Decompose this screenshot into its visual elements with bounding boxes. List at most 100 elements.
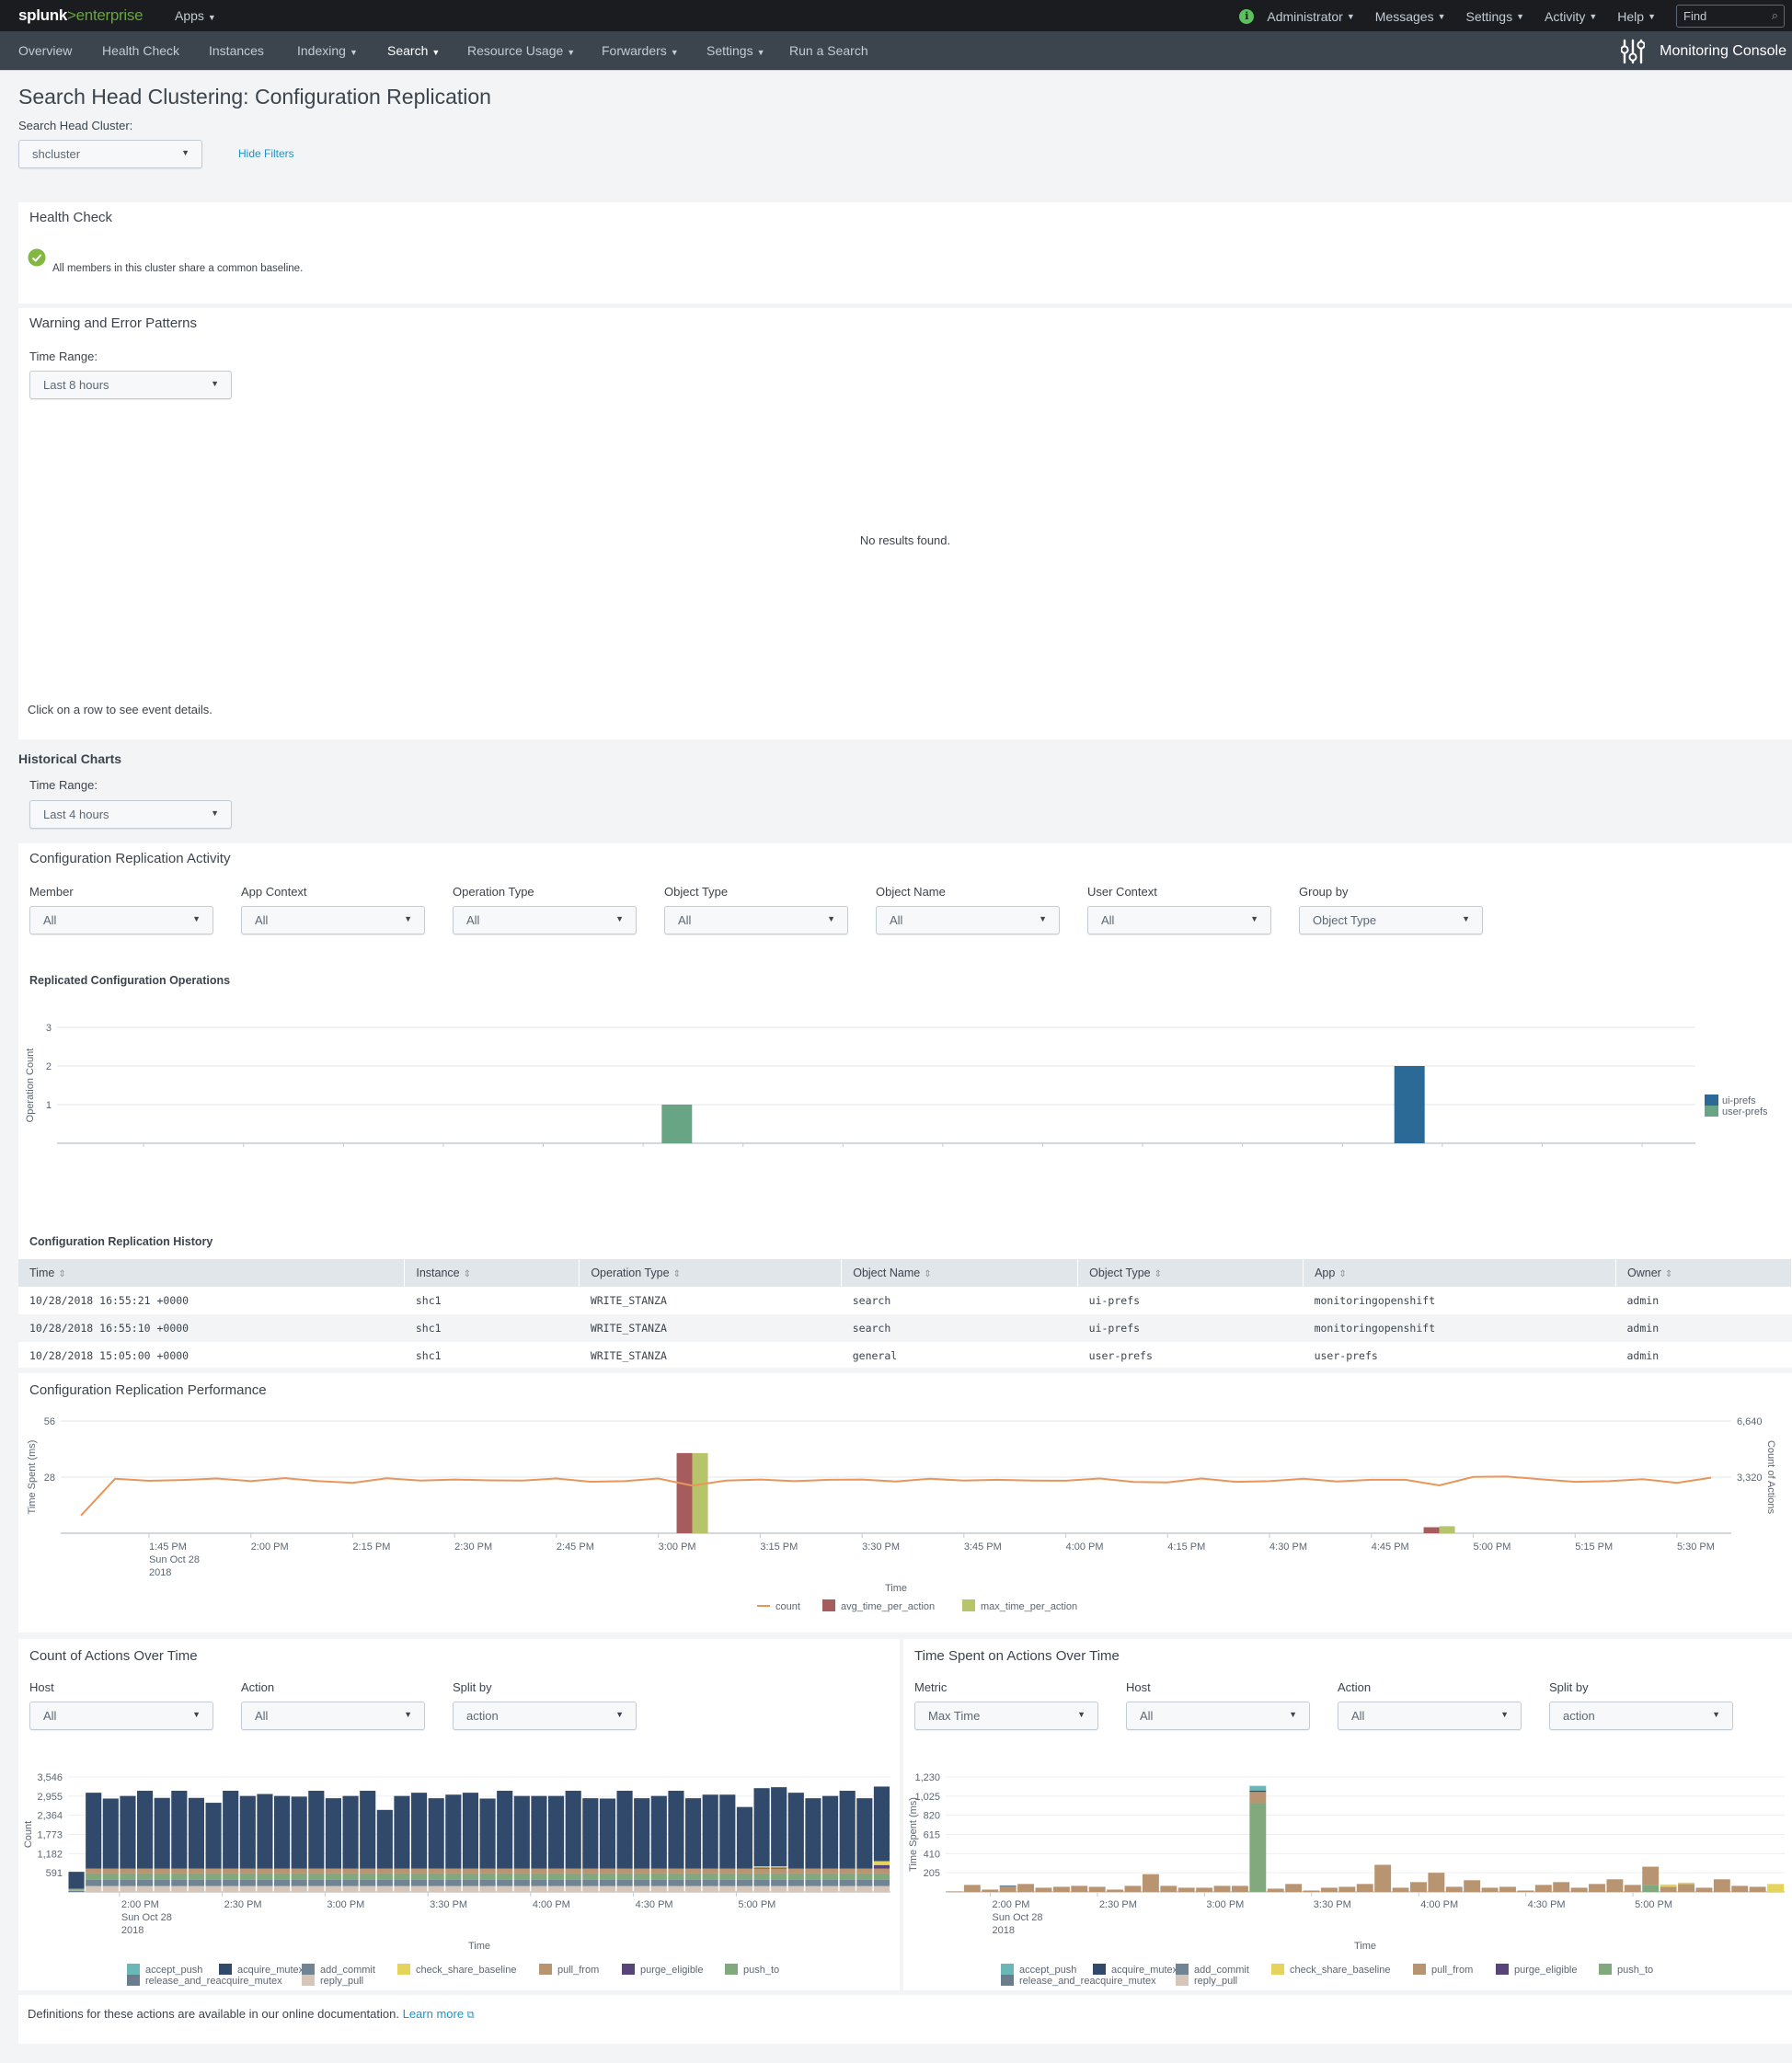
time-range-dropdown[interactable]: Last 8 hours ▼ — [29, 371, 232, 399]
caret-down-icon: ▼ — [1250, 914, 1258, 923]
object-name-dropdown[interactable]: All ▼ — [876, 906, 1060, 934]
table-row[interactable]: 10/28/2018 16:55:10 +0000 shc1 WRITE_STANZ… — [18, 1314, 1792, 1342]
find-input[interactable]: Find ⌕ — [1676, 5, 1785, 28]
host-dropdown[interactable]: All ▼ — [1126, 1702, 1310, 1730]
splunk-logo[interactable]: splunk>enterprise — [18, 6, 144, 25]
activity-filter-label: Member — [29, 885, 74, 899]
menu-label: Settings — [1465, 8, 1513, 24]
operation-type-dropdown[interactable]: All ▼ — [453, 906, 637, 934]
help-menu[interactable]: Help ▼ — [1617, 9, 1656, 24]
member-dropdown[interactable]: All ▼ — [29, 906, 213, 934]
nav-indexing[interactable]: Indexing ▼ — [297, 43, 358, 58]
activity-filter-label: User Context — [1087, 885, 1157, 899]
caret-down-icon: ▼ — [670, 48, 679, 57]
apps-menu[interactable]: Apps ▼ — [175, 8, 216, 23]
column-header-instance[interactable]: Instance ⇕ — [404, 1259, 580, 1287]
bar-segment-acquire_mutex — [822, 1795, 839, 1869]
bar-segment-acquire_mutex — [428, 1798, 444, 1869]
count-point — [658, 1477, 660, 1479]
bar-segment-check_share_baseline — [873, 1861, 890, 1865]
bar-segment-pull_from — [856, 1868, 873, 1874]
table-cell: general — [852, 1349, 898, 1362]
info-icon[interactable]: i — [1239, 8, 1255, 24]
table-row[interactable]: 10/28/2018 16:55:21 +0000 shc1 WRITE_STANZ… — [18, 1287, 1792, 1314]
top-bar: splunk>enterprise Apps ▼ i Administrator ▼… — [0, 0, 1792, 31]
legend-swatch — [1271, 1964, 1284, 1975]
bar-segment-push_to — [548, 1873, 565, 1880]
count-point — [1235, 1481, 1236, 1483]
split-by-dropdown[interactable]: action ▼ — [1549, 1702, 1733, 1730]
bar-segment-push_to — [531, 1873, 547, 1880]
nav-overview[interactable]: Overview — [18, 43, 72, 58]
historical-time-range-dropdown[interactable]: Last 4 hours ▼ — [29, 800, 232, 829]
bar-segment-pull_from — [308, 1868, 325, 1874]
bar-segment-push_to — [1249, 1803, 1267, 1892]
column-header-app[interactable]: App ⇕ — [1303, 1259, 1616, 1287]
bar-segment-acquire_mutex — [325, 1798, 341, 1869]
legend-swatch — [1001, 1975, 1014, 1986]
user-context-dropdown[interactable]: All ▼ — [1087, 906, 1271, 934]
bar-segment-pull_from — [497, 1868, 513, 1874]
monitoring-console-app[interactable]: Monitoring Console — [1621, 39, 1786, 64]
column-header-object-type[interactable]: Object Type ⇕ — [1077, 1259, 1304, 1287]
settings-menu[interactable]: Settings ▼ — [1466, 9, 1525, 24]
bar-segment-pull_from — [1320, 1887, 1338, 1892]
count-point — [80, 1515, 82, 1517]
legend-label: accept_push — [1019, 1965, 1076, 1976]
legend-swatch — [397, 1964, 410, 1975]
action-dropdown[interactable]: All ▼ — [1338, 1702, 1522, 1730]
legend-swatch — [219, 1964, 232, 1975]
column-header-operation-type[interactable]: Operation Type ⇕ — [579, 1259, 843, 1287]
group-by-dropdown[interactable]: Object Type ▼ — [1299, 906, 1483, 934]
nav-resource-usage[interactable]: Resource Usage ▼ — [467, 43, 575, 58]
count-point — [725, 1480, 727, 1482]
object-type-dropdown[interactable]: All ▼ — [664, 906, 848, 934]
administrator-menu[interactable]: Administrator ▼ — [1267, 9, 1354, 24]
bar-segment-push_to — [839, 1873, 856, 1880]
nav-health-check[interactable]: Health Check — [102, 43, 179, 58]
column-header-time[interactable]: Time ⇕ — [18, 1259, 406, 1287]
column-header-object-name[interactable]: Object Name ⇕ — [841, 1259, 1079, 1287]
action-dropdown[interactable]: All ▼ — [241, 1702, 425, 1730]
nav-settings[interactable]: Settings ▼ — [706, 43, 765, 58]
bar-segment-acquire_mutex — [223, 1791, 239, 1869]
metric-dropdown[interactable]: Max Time ▼ — [914, 1702, 1098, 1730]
bar-segment-acquire_mutex — [239, 1795, 256, 1869]
caret-down-icon: ▼ — [1077, 1710, 1086, 1719]
learn-more-link[interactable]: Learn more ⧉ — [403, 2007, 475, 2021]
count-point — [1269, 1480, 1270, 1482]
app-context-dropdown[interactable]: All ▼ — [241, 906, 425, 934]
bar-segment-add_commit — [394, 1879, 410, 1886]
table-cell: WRITE_STANZA — [579, 1314, 842, 1342]
host-dropdown[interactable]: All ▼ — [29, 1702, 213, 1730]
table-row[interactable]: 10/28/2018 15:05:00 +0000 shc1 WRITE_STANZ… — [18, 1342, 1792, 1370]
nav-forwarders[interactable]: Forwarders ▼ — [602, 43, 679, 58]
legend-label: count — [775, 1601, 800, 1612]
count-point — [351, 1482, 353, 1484]
bar-segment-pull_from — [668, 1868, 684, 1874]
split-by-dropdown[interactable]: action ▼ — [453, 1702, 637, 1730]
dropdown-value: Last 8 hours — [43, 378, 109, 392]
nav-search[interactable]: Search ▼ — [387, 43, 440, 58]
activity-menu[interactable]: Activity ▼ — [1545, 9, 1597, 24]
bar-segment-reply_pull — [171, 1885, 188, 1892]
hide-filters-link[interactable]: Hide Filters — [238, 147, 294, 160]
bar-segment-push_to — [274, 1873, 291, 1880]
messages-menu[interactable]: Messages ▼ — [1375, 9, 1446, 24]
legend-swatch — [1599, 1964, 1612, 1975]
table-cell: monitoringopenshift — [1314, 1294, 1436, 1307]
legend-label: reply_pull — [320, 1976, 363, 1987]
bar-segment-add_commit — [771, 1879, 787, 1886]
panel-title: Warning and Error Patterns — [29, 315, 198, 331]
count-point — [216, 1477, 218, 1479]
column-header-owner[interactable]: Owner ⇕ — [1615, 1259, 1792, 1287]
y-tick-label: 3 — [46, 1023, 52, 1034]
nav-instances[interactable]: Instances — [209, 43, 264, 58]
bar-segment-pull_from — [1481, 1887, 1499, 1892]
caret-down-icon: ▼ — [1589, 11, 1598, 21]
count-point — [419, 1480, 421, 1482]
count-point — [1642, 1478, 1644, 1480]
bar-segment-acquire_mutex — [548, 1795, 565, 1869]
cluster-dropdown[interactable]: shcluster ▼ — [18, 140, 202, 168]
nav-run-a-search[interactable]: Run a Search — [789, 43, 868, 58]
